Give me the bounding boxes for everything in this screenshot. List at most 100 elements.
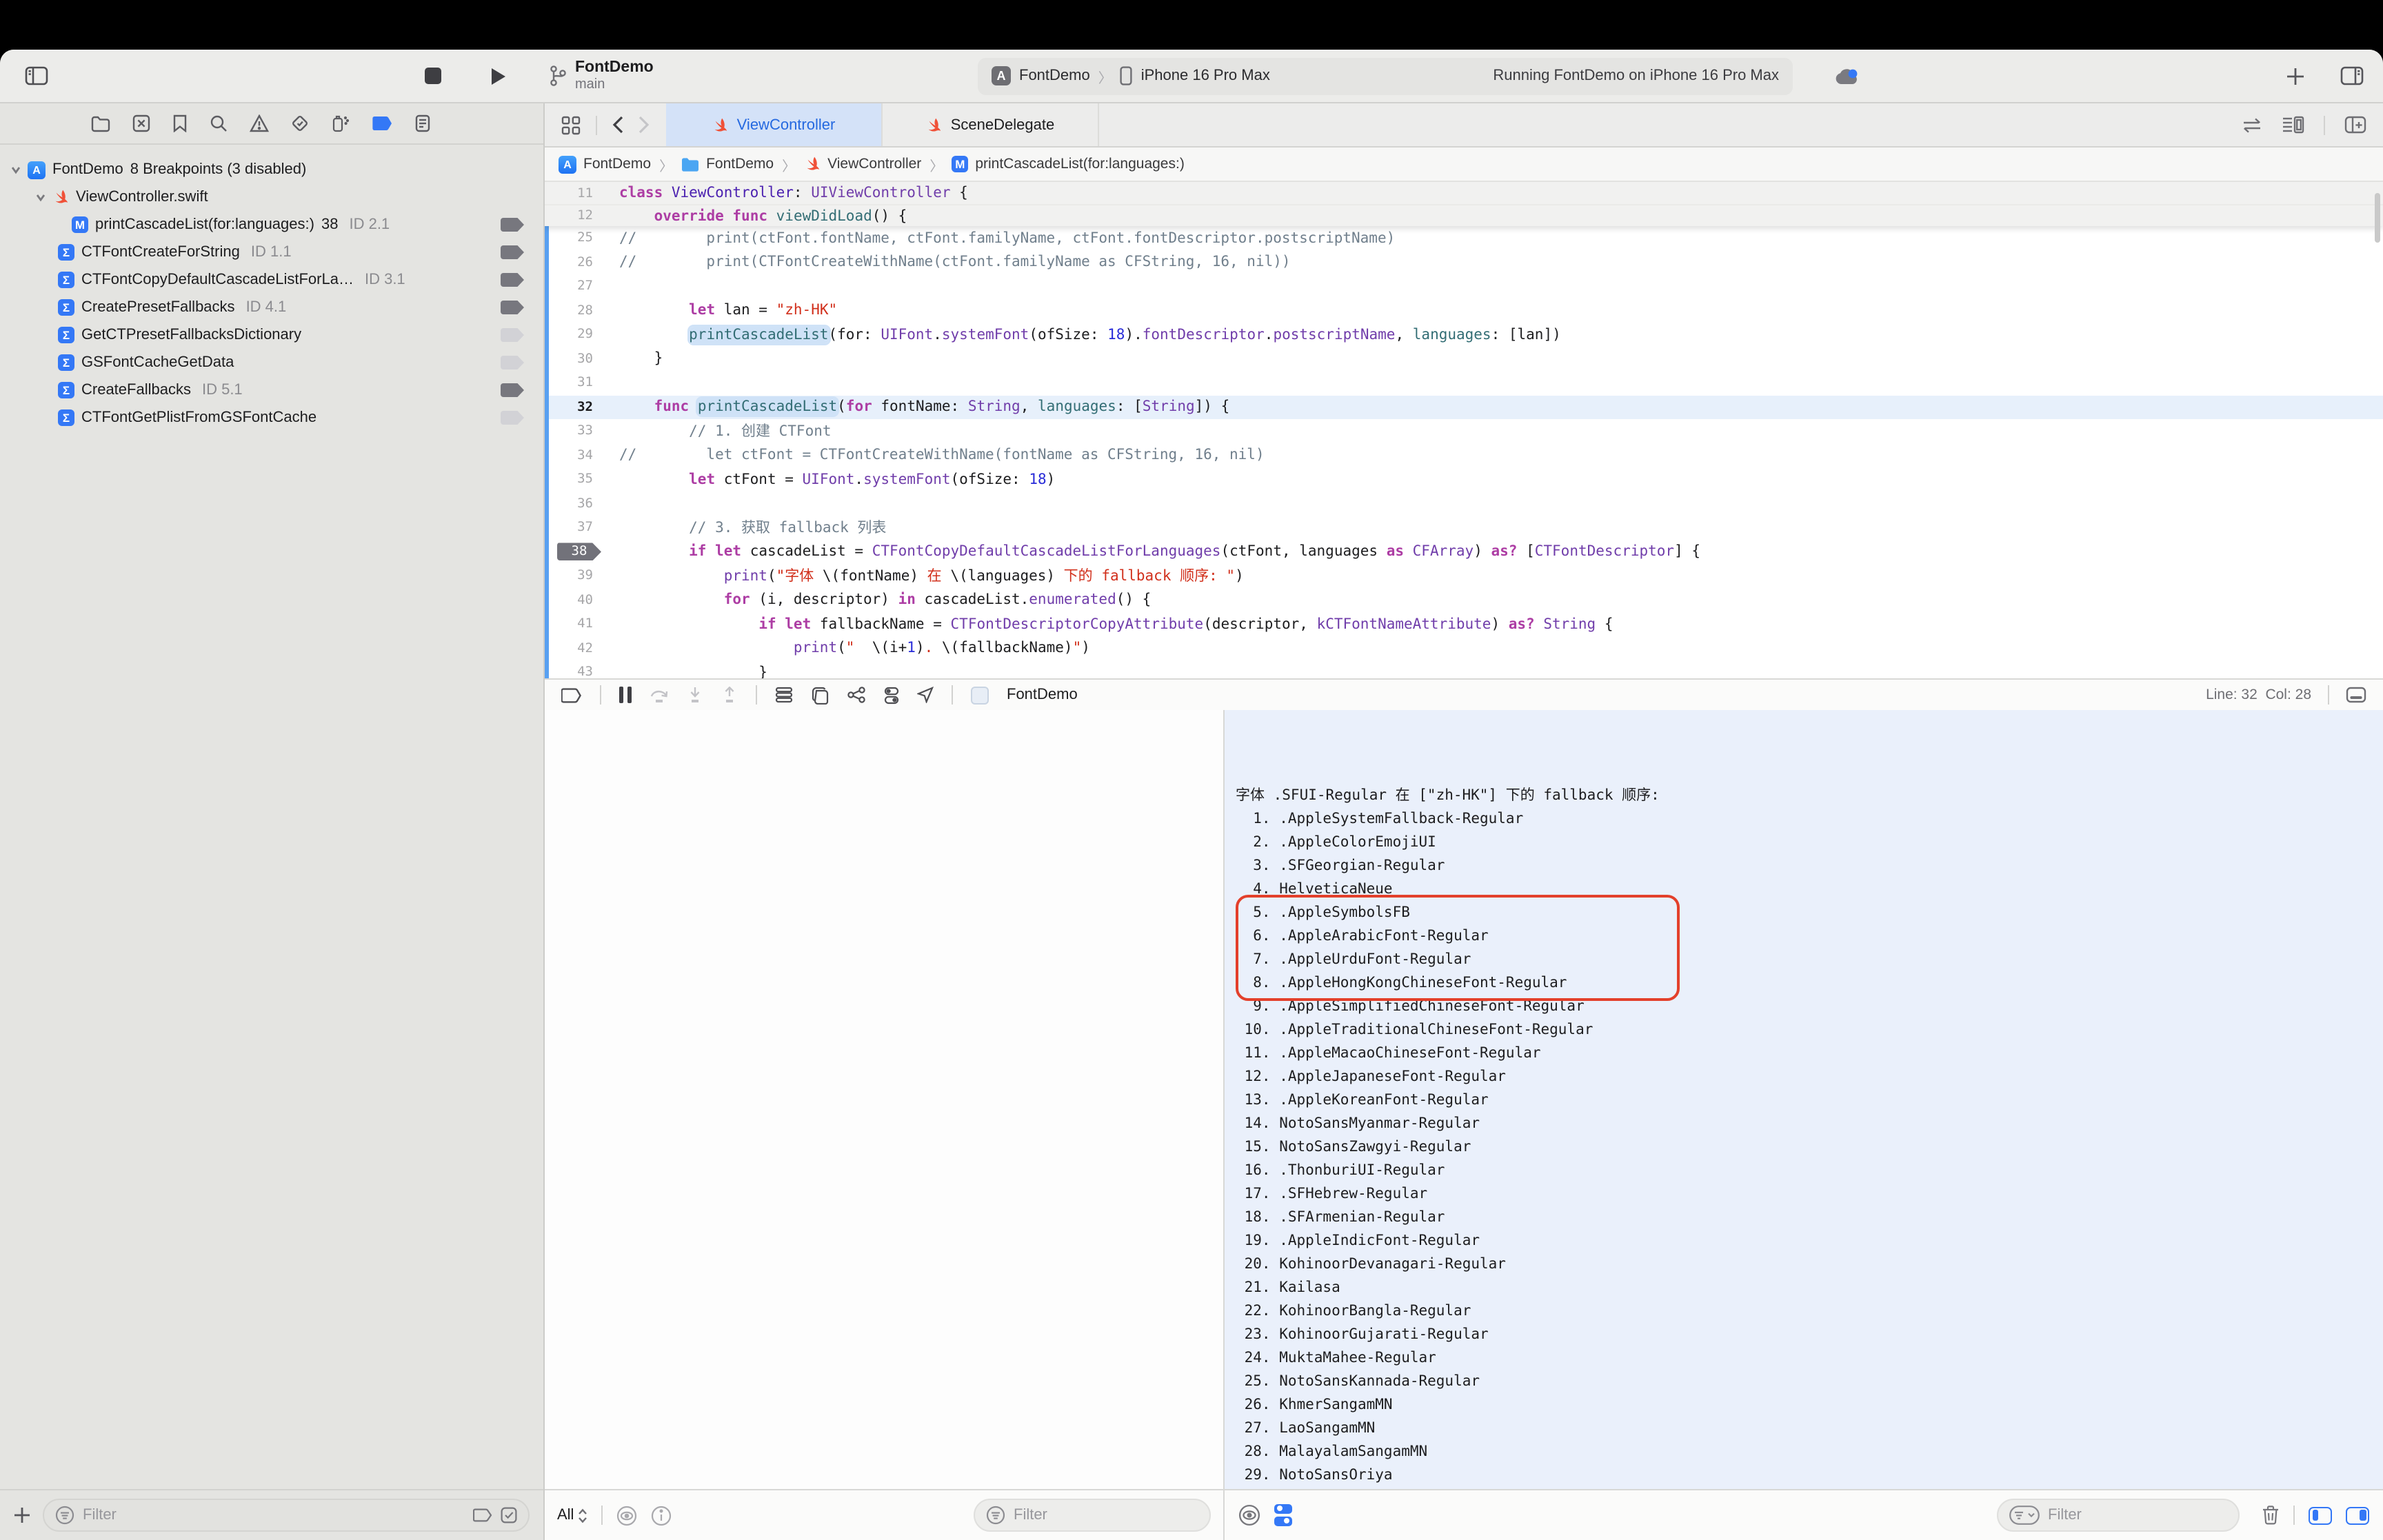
app-icon: A	[559, 155, 576, 173]
line-number: 27	[545, 279, 605, 294]
console-filter-field[interactable]: Filter	[1997, 1499, 2240, 1532]
device-icon	[1120, 66, 1133, 85]
breakpoint-state-tag[interactable]	[501, 383, 524, 397]
project-navigator-icon[interactable]	[91, 115, 110, 132]
variables-pane-toggle[interactable]	[2309, 1506, 2332, 1524]
breakpoint-filter-icon[interactable]	[473, 1508, 492, 1522]
editor-tab-viewcontroller[interactable]: ViewController	[666, 103, 883, 146]
simulate-location-icon[interactable]	[917, 687, 934, 703]
navigator-row[interactable]: ViewController.swift	[0, 183, 543, 211]
related-items-icon[interactable]	[561, 115, 581, 134]
code-token: )	[1474, 544, 1491, 560]
code-token: func	[732, 207, 767, 224]
jumpbar-item[interactable]: FontDemo	[681, 156, 774, 172]
inspector-toggle-icon[interactable]	[2340, 66, 2364, 85]
run-destination[interactable]: iPhone 16 Pro Max	[1141, 68, 1270, 84]
step-into-icon[interactable]	[687, 687, 703, 703]
console-output[interactable]: 字体 .SFUI-Regular 在 ["zh-HK"] 下的 fallback…	[1225, 710, 2383, 1489]
editor-tab-scenedelegate[interactable]: SceneDelegate	[883, 103, 1099, 146]
code-token: UIFont	[881, 327, 933, 343]
thread-graph-icon[interactable]	[847, 687, 866, 703]
navigator-row[interactable]: ΣGSFontCacheGetData	[0, 349, 543, 376]
project-title-block[interactable]: FontDemo main	[549, 59, 654, 92]
breakpoint-state-tag[interactable]	[501, 328, 524, 342]
show-only-variables-icon[interactable]	[616, 1505, 637, 1526]
navigator-row[interactable]: ΣCTFontCopyDefaultCascadeListForLa…ID 3.…	[0, 266, 543, 294]
source-control-navigator-icon[interactable]	[132, 114, 150, 132]
run-button[interactable]	[491, 67, 506, 85]
step-out-icon[interactable]	[721, 687, 738, 703]
view-debugger-icon[interactable]	[775, 687, 793, 703]
scheme-selector[interactable]: A FontDemo 〉 iPhone 16 Pro Max Running F…	[978, 57, 1793, 94]
navigator-row-label: CTFontCreateForString	[81, 244, 240, 261]
info-icon[interactable]	[651, 1505, 672, 1526]
debug-area-toggle-icon[interactable]	[2346, 687, 2366, 703]
jumpbar-item[interactable]: MprintCascadeList(for:languages:)	[952, 156, 1185, 172]
jumpbar-item[interactable]: AFontDemo	[559, 155, 651, 173]
navigator-row[interactable]: ΣGetCTPresetFallbacksDictionary	[0, 321, 543, 349]
code-token: ] {	[1674, 544, 1700, 560]
back-button[interactable]	[612, 116, 623, 134]
code-token: 1	[907, 640, 916, 657]
console-mode-toggle-icon[interactable]	[1274, 1504, 1292, 1527]
variables-filter-field[interactable]: Filter	[974, 1499, 1211, 1532]
bookmark-navigator-icon[interactable]	[172, 114, 188, 132]
console-visibility-icon[interactable]	[1238, 1504, 1260, 1526]
editor-scrollbar[interactable]	[2375, 193, 2380, 243]
enabled-filter-icon[interactable]	[501, 1507, 517, 1523]
code-token	[619, 616, 758, 633]
breakpoint-state-tag[interactable]	[501, 411, 524, 425]
disclosure-chevron-icon[interactable]	[36, 191, 46, 203]
cloud-status-icon[interactable]	[1834, 67, 1859, 85]
breakpoint-marker[interactable]: 38	[557, 543, 601, 561]
breakpoint-state-tag[interactable]	[501, 301, 524, 314]
breakpoint-state-tag[interactable]	[501, 245, 524, 259]
breakpoint-state-tag[interactable]	[501, 218, 524, 232]
breakpoint-state-tag[interactable]	[501, 273, 524, 287]
variables-view[interactable]	[545, 710, 1225, 1489]
pause-execution-icon[interactable]	[619, 687, 632, 703]
navigator-row[interactable]: ΣCTFontCreateForStringID 1.1	[0, 239, 543, 266]
environment-overrides-icon[interactable]	[884, 686, 899, 704]
breakpoint-id: ID 5.1	[202, 382, 243, 398]
breakpoints-toggle-icon[interactable]	[561, 687, 582, 702]
code-token: 18	[1029, 472, 1046, 488]
add-breakpoint-button[interactable]	[14, 1507, 30, 1523]
breakpoint-state-tag[interactable]	[501, 356, 524, 369]
jumpbar-item[interactable]: ViewController	[804, 156, 921, 172]
jump-bar[interactable]: AFontDemo〉FontDemo〉ViewController〉Mprint…	[545, 148, 2383, 182]
navigator-row[interactable]: ΣCTFontGetPlistFromGSFontCache	[0, 404, 543, 432]
navigator-row[interactable]: ΣCreatePresetFallbacksID 4.1	[0, 294, 543, 321]
breakpoint-navigator-icon[interactable]	[372, 116, 393, 131]
report-navigator-icon[interactable]	[415, 114, 430, 132]
forward-button[interactable]	[639, 116, 650, 134]
swift-icon	[804, 156, 821, 172]
add-editor-icon[interactable]	[2344, 116, 2366, 134]
navigator-filter-field[interactable]: Filter	[43, 1499, 530, 1532]
issue-navigator-icon[interactable]	[250, 114, 269, 132]
debug-navigator-icon[interactable]	[331, 114, 350, 132]
test-navigator-icon[interactable]	[291, 114, 309, 132]
navigator-row[interactable]: ΣCreateFallbacksID 5.1	[0, 376, 543, 404]
step-over-icon[interactable]	[650, 687, 669, 703]
code-text: // 1. 创建 CTFont	[605, 421, 832, 442]
console-line: 26. KhmerSangamMN	[1236, 1394, 2383, 1417]
navigator-row[interactable]: AFontDemo8 Breakpoints (3 disabled)	[0, 156, 543, 183]
clear-console-icon[interactable]	[2262, 1506, 2280, 1525]
memory-graph-icon[interactable]	[811, 686, 829, 704]
console-pane-toggle[interactable]	[2346, 1506, 2369, 1524]
console-line: 2. .AppleColorEmojiUI	[1236, 831, 2383, 855]
stop-button[interactable]	[425, 68, 441, 84]
editor-options-icon[interactable]	[2282, 116, 2304, 134]
find-navigator-icon[interactable]	[210, 114, 228, 132]
swap-editors-icon[interactable]	[2242, 116, 2263, 133]
source-editor[interactable]: 25// print(ctFont.fontName, ctFont.famil…	[545, 182, 2383, 678]
navigator-row[interactable]: MprintCascadeList(for:languages:)38ID 2.…	[0, 211, 543, 239]
toolbar: FontDemo main A FontDemo 〉 iPhone 16 Pro…	[0, 50, 2383, 103]
code-line: 32 func printCascadeList(for fontName: S…	[545, 395, 2383, 419]
sidebar-toggle-icon[interactable]	[25, 66, 48, 85]
scheme-name[interactable]: FontDemo	[1019, 68, 1090, 84]
disclosure-chevron-icon[interactable]	[11, 163, 21, 176]
variables-scope-popup[interactable]: All	[557, 1507, 587, 1523]
add-tab-button[interactable]	[2286, 67, 2304, 85]
